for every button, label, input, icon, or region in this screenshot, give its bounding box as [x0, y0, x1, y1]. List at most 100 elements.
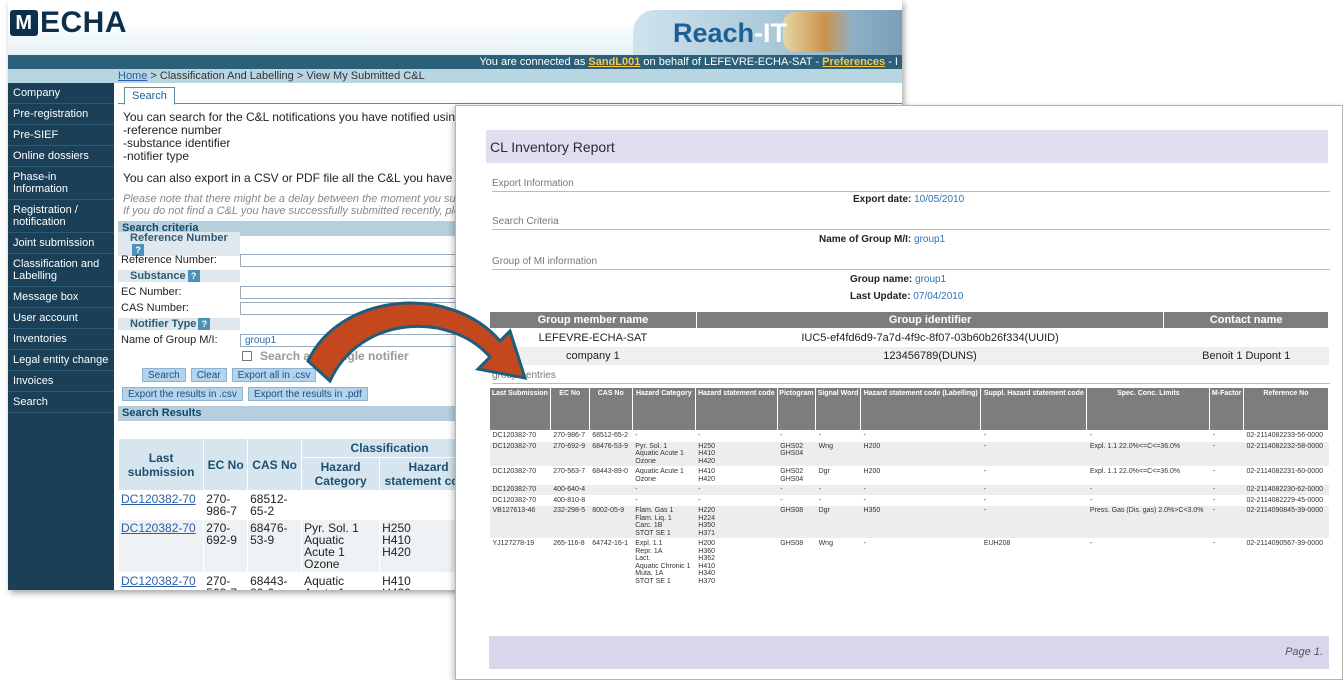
echa-logo: M ECHA	[10, 6, 127, 40]
sidebar-item-pre-sief[interactable]: Pre-SIEF	[8, 125, 114, 146]
preferences-link[interactable]: Preferences	[822, 56, 885, 68]
submission-link[interactable]: DC120382-70	[121, 492, 196, 506]
ec-number-input[interactable]	[240, 285, 456, 299]
entries-col-header: Hazard statement code	[694, 387, 778, 431]
entry-cell: 400-640-4	[550, 484, 590, 496]
entry-cell: Dgr	[815, 466, 861, 485]
members-col-header: Contact name	[1163, 311, 1329, 329]
entry-cell: 02-2114082230-62-0000	[1243, 484, 1329, 496]
entry-cell: -	[980, 441, 1087, 467]
col-cas-no[interactable]: CAS No	[247, 438, 303, 491]
export-results-pdf-button[interactable]: Export the results in .pdf	[247, 387, 368, 401]
breadcrumb-home-link[interactable]: Home	[118, 70, 147, 82]
tab-bar: Search	[118, 86, 902, 105]
table-row: DC120382-70 270-986-7 68512-65-2- - - - - - - -02…	[489, 430, 1329, 442]
entries-col-header: Signal Word	[815, 387, 862, 431]
member-cell: Benoit 1 Dupont 1	[1163, 347, 1329, 365]
entry-cell: 270-563-7	[550, 466, 590, 485]
entry-cell: DC120382-70	[489, 495, 551, 506]
entry-cell: -	[860, 484, 981, 496]
entry-cell: H220 H224 H350 H371	[695, 505, 778, 539]
entries-col-header: M-Factor	[1209, 387, 1244, 431]
group-mi-input[interactable]: group1	[240, 333, 456, 347]
entry-cell	[589, 495, 633, 506]
entry-cell: 02-2114090845-39-0000	[1243, 505, 1329, 539]
sidebar-item-legal-entity-change[interactable]: Legal entity change	[8, 350, 114, 371]
entries-col-header: CAS No	[588, 387, 633, 431]
cas-number-input[interactable]	[240, 301, 456, 315]
substance-section: Substance?	[118, 270, 240, 282]
submission-link[interactable]: DC120382-70	[121, 521, 196, 535]
col-last-submission[interactable]: Last submission	[117, 438, 205, 491]
sidebar-item-user-account[interactable]: User account	[8, 308, 114, 329]
breadcrumb: Home > Classification And Labelling > Vi…	[118, 70, 425, 82]
entry-cell: -	[632, 430, 696, 442]
sidebar-item-joint-submission[interactable]: Joint submission	[8, 233, 114, 254]
clear-button[interactable]: Clear	[190, 368, 227, 382]
entry-cell: Pyr. Sol. 1 Aquatic Acute 1 Ozone	[632, 441, 696, 467]
entry-cell: 68476-53-9	[589, 441, 633, 467]
entry-cell: -	[632, 484, 696, 496]
col-hazard-category[interactable]: Hazard Category	[301, 457, 381, 491]
sidebar-item-classification-and-labelling[interactable]: Classification and Labelling	[8, 254, 114, 287]
entry-cell: -	[1209, 466, 1244, 485]
sidebar-item-pre-registration[interactable]: Pre-registration	[8, 104, 114, 125]
search-criteria-section: Search Criteria	[492, 216, 1330, 230]
table-row: company 1 123456789(DUNS) Benoit 1 Dupont …	[489, 347, 1329, 365]
cas-number-label: CAS Number:	[121, 302, 189, 314]
last-submission-link[interactable]: DC120382-70	[117, 572, 205, 590]
entry-cell: GHS08	[777, 505, 816, 539]
entry-cell: -	[815, 430, 861, 442]
sidebar-item-phase-in-information[interactable]: Phase-in Information	[8, 167, 114, 200]
entry-cell: 8002-05-9	[589, 505, 633, 539]
sidebar-item-message-box[interactable]: Message box	[8, 287, 114, 308]
sidebar-item-online-dossiers[interactable]: Online dossiers	[8, 146, 114, 167]
entry-cell: 270-692-9	[550, 441, 590, 467]
entry-cell: H200	[860, 441, 981, 467]
lab-flask-image-icon	[783, 12, 853, 52]
sidebar-item-company[interactable]: Company	[8, 83, 114, 104]
export-results-csv-button[interactable]: Export the results in .csv	[122, 387, 243, 401]
user-link[interactable]: SandL001	[588, 56, 640, 68]
export-all-csv-button[interactable]: Export all in .csv	[231, 368, 317, 382]
entry-cell: GHS02 GHS04	[777, 441, 816, 467]
sidebar-item-invoices[interactable]: Invoices	[8, 371, 114, 392]
group-mi-information-section: Group of MI information	[492, 256, 1330, 270]
hazard-category-cell: Pyr. Sol. 1 Aquatic Acute 1 Ozone	[301, 519, 381, 573]
last-submission-link[interactable]: DC120382-70	[117, 519, 205, 573]
entry-cell: DC120382-70	[489, 484, 551, 496]
export-information-section: Export Information	[492, 178, 1330, 192]
help-icon[interactable]: ?	[187, 270, 200, 282]
entry-cell: 400-810-8	[550, 495, 590, 506]
sidebar-item-registration-notification[interactable]: Registration / notification	[8, 200, 114, 233]
submission-link[interactable]: DC120382-70	[121, 574, 196, 588]
col-ec-no[interactable]: EC No	[203, 438, 249, 491]
last-submission-link[interactable]: DC120382-70	[117, 490, 205, 520]
ec-number-label: EC Number:	[121, 286, 182, 298]
entry-cell: -	[1209, 495, 1244, 506]
report-footer: Page 1.	[489, 636, 1329, 669]
single-notifier-checkbox[interactable]	[242, 351, 252, 361]
entry-cell: -	[1086, 538, 1210, 587]
sidebar: Company Pre-registration Pre-SIEF Online do…	[8, 83, 114, 590]
member-cell: IUC5-ef4fd6d9-7a7d-4f9c-8f07-03b60b26f33…	[801, 332, 1059, 344]
sidebar-item-inventories[interactable]: Inventories	[8, 329, 114, 350]
cas-no-cell: 68512-65-2	[247, 490, 303, 520]
entry-cell: H410 H420	[695, 466, 778, 485]
reference-number-input[interactable]	[240, 253, 456, 267]
notifier-type-section: Notifier Type?	[118, 318, 240, 330]
search-button[interactable]: Search	[142, 368, 186, 382]
ec-no-cell: 270-986-7	[203, 490, 249, 520]
entry-cell: Flam. Gas 1 Flam. Liq. 1 Carc. 1B STOT S…	[632, 505, 696, 539]
tab-search[interactable]: Search	[124, 87, 175, 105]
table-row: DC120382-70 270-563-768443-89-0Aquatic Ac…	[117, 572, 478, 590]
cas-no-cell: 68476-53-9	[247, 519, 303, 573]
ec-no-cell: 270-563-7	[203, 572, 249, 590]
entry-cell: -	[695, 430, 778, 442]
sidebar-item-search[interactable]: Search	[8, 392, 114, 413]
entry-cell: Expl. 1.1 22.0%<=C<=36.0%	[1086, 466, 1210, 485]
entry-cell: -	[1209, 441, 1244, 467]
entry-cell: Wng	[815, 441, 861, 467]
hazard-category-cell	[301, 490, 381, 520]
help-icon[interactable]: ?	[198, 318, 211, 330]
